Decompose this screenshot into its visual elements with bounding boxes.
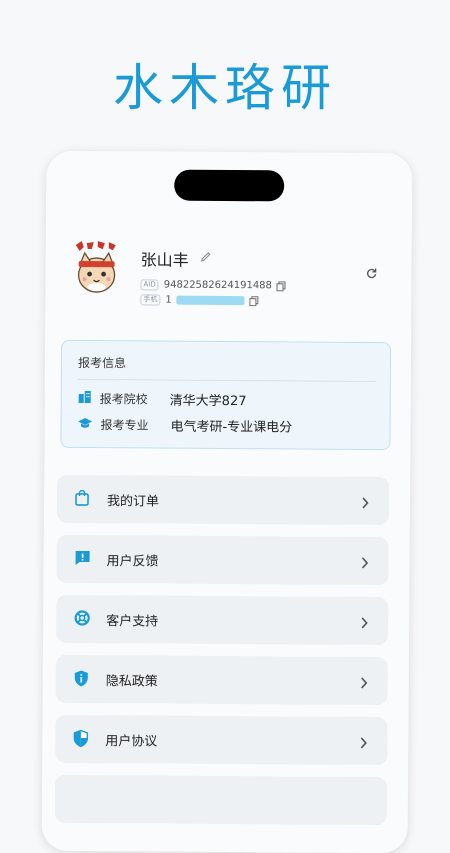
menu-item-feedback[interactable]: 用户反馈: [56, 534, 389, 586]
aid-value: 94822582624191488: [163, 279, 272, 292]
feedback-icon: [75, 550, 91, 570]
phone-prefix: 1: [165, 294, 172, 306]
camera-notch: [174, 169, 285, 202]
chevron-right-icon: [361, 494, 369, 513]
chevron-right-icon: [360, 674, 368, 693]
avatar[interactable]: [71, 237, 121, 295]
school-value: 清华大学827: [169, 393, 247, 410]
chevron-right-icon: [360, 614, 368, 633]
menu-label-agreement: 用户协议: [105, 734, 158, 750]
chevron-right-icon: [361, 554, 369, 573]
edit-pencil-icon[interactable]: [200, 248, 212, 267]
major-label: 报考专业: [100, 418, 149, 433]
info-row-school: 报考院校 清华大学827: [78, 389, 247, 409]
shopping-bag-icon: [75, 489, 89, 510]
menu-item-support[interactable]: 客户支持: [56, 594, 389, 646]
info-row-major: 报考专业 电气考研-专业课电分: [77, 415, 292, 435]
info-card-title: 报考信息: [77, 355, 127, 371]
major-value: 电气考研-专业课电分: [170, 419, 293, 436]
menu-item-privacy[interactable]: 隐私政策: [55, 654, 388, 706]
lifebuoy-icon: [74, 610, 90, 630]
menu-item-agreement[interactable]: 用户协议: [55, 714, 388, 766]
menu-label-support: 客户支持: [106, 614, 159, 630]
refresh-icon[interactable]: [366, 264, 378, 283]
phone-row: 手机 1: [140, 290, 259, 310]
aid-tag: AID: [140, 279, 159, 291]
exam-info-card: 报考信息 报考院校 清华大学827 报考专业 电气考研-专业课电分: [60, 339, 392, 451]
info-shield-icon: [74, 670, 89, 691]
graduation-cap-icon: [77, 416, 93, 432]
half-shield-icon: [73, 729, 89, 751]
menu-item-orders[interactable]: 我的订单: [56, 474, 390, 526]
phone-redacted: [176, 295, 245, 306]
menu-label-feedback: 用户反馈: [106, 554, 159, 570]
divider: [77, 378, 376, 383]
menu-label-orders: 我的订单: [106, 494, 160, 510]
phone-mockup: 张山丰 AID 94822582624191488 手机 1 报考信息 报考院校…: [41, 150, 413, 853]
copy-icon[interactable]: [276, 276, 286, 295]
user-name: 张山丰: [140, 250, 189, 270]
building-icon: [78, 390, 92, 407]
copy-icon[interactable]: [249, 291, 259, 310]
hero-title: 水木珞研: [113, 59, 337, 117]
phone-tag: 手机: [140, 294, 161, 306]
school-label: 报考院校: [99, 392, 148, 407]
menu-label-privacy: 隐私政策: [105, 674, 158, 690]
chevron-right-icon: [359, 734, 367, 753]
